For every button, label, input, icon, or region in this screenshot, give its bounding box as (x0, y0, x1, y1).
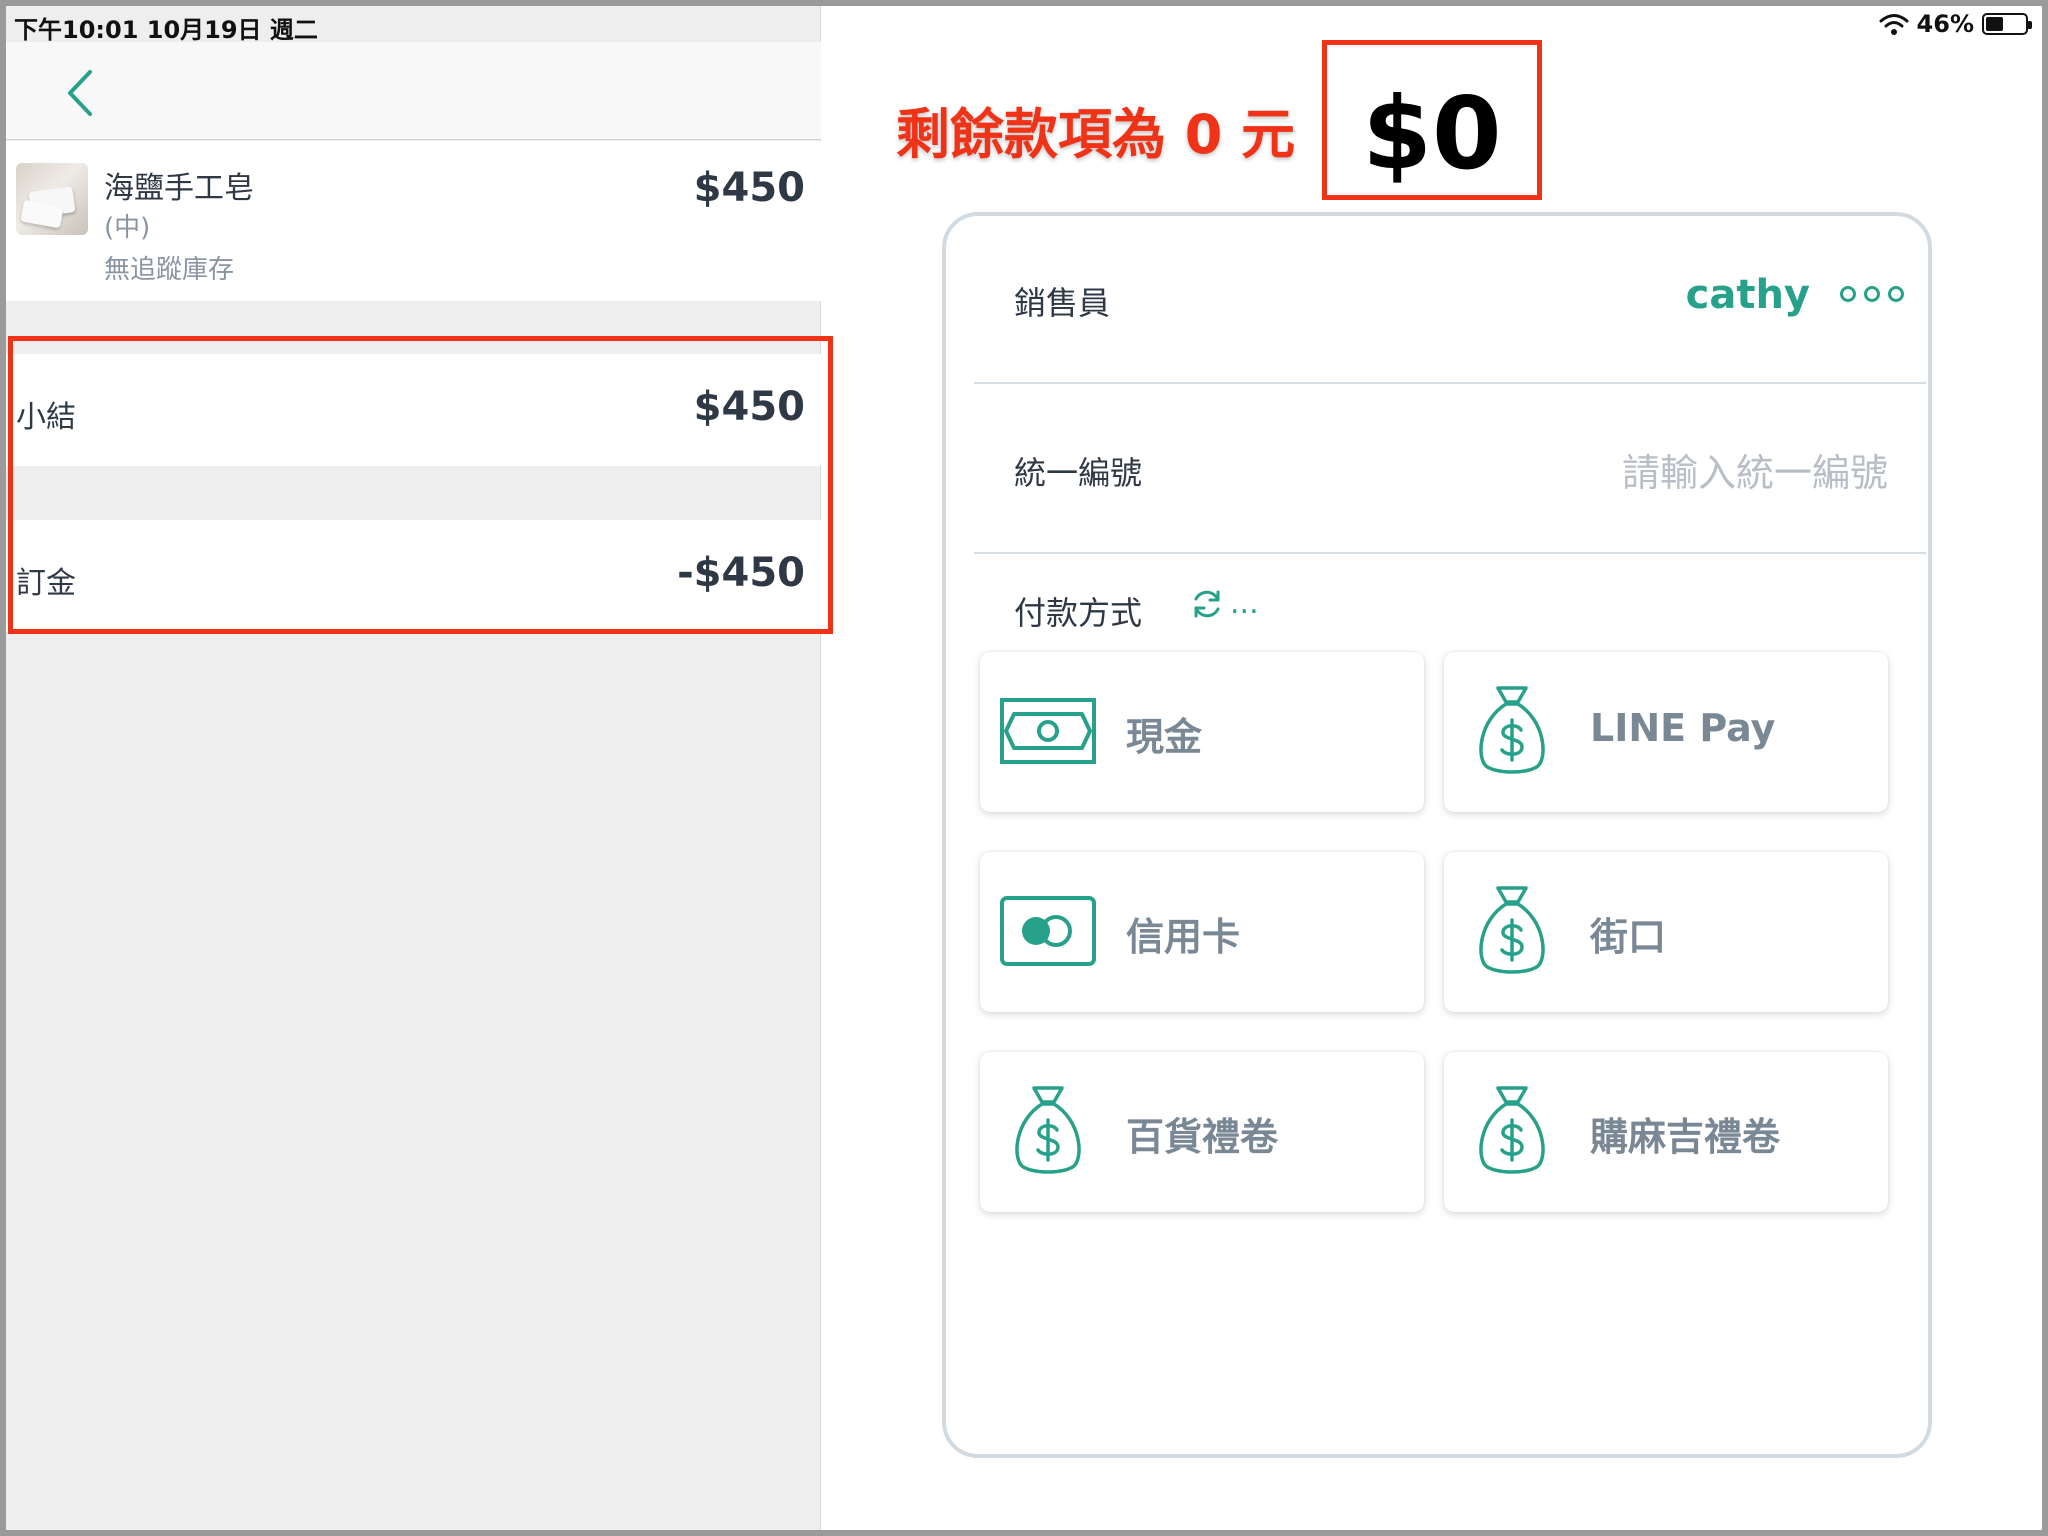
tax-id-row: 統一編號 請輸入統一編號 (974, 386, 1926, 554)
battery-percentage: 46% (1916, 10, 1974, 38)
checkout-panel: 銷售員 cathy 統一編號 請輸入統一編號 付款方式 ... 現金 LINE … (942, 212, 1932, 1458)
summary-highlight-box (8, 336, 833, 634)
item-stock-note: 無追蹤庫存 (104, 255, 235, 285)
money-bag-icon (1479, 886, 1545, 974)
chevron-left-icon (68, 70, 92, 116)
payment-dept-voucher-label: 百貨禮卷 (1126, 1115, 1279, 1159)
salesperson-value[interactable]: cathy (1686, 272, 1810, 318)
salesperson-row[interactable]: 銷售員 cathy (974, 216, 1926, 384)
back-button[interactable] (56, 68, 106, 118)
wifi-icon (1879, 14, 1909, 35)
money-bag-icon (1479, 686, 1545, 774)
item-price: $450 (693, 165, 805, 211)
money-bag-icon (1015, 1086, 1081, 1174)
remaining-balance-annotation: 剩餘款項為 0 元 (896, 103, 1296, 166)
payment-method-title: 付款方式 (1014, 594, 1143, 632)
cart-item-row[interactable]: 海鹽手工皂 (中) 無追蹤庫存 $450 (6, 141, 821, 301)
payment-cash-button[interactable]: 現金 (980, 652, 1424, 812)
payment-jkopay-label: 街口 (1590, 915, 1667, 959)
product-thumbnail (16, 163, 88, 235)
credit-card-icon (1000, 896, 1096, 966)
order-pane: 海鹽手工皂 (中) 無追蹤庫存 $450 小結 $450 訂金 -$450 (6, 6, 821, 1530)
tax-id-input[interactable]: 請輸入統一編號 (1622, 442, 1888, 497)
payment-dept-voucher-button[interactable]: 百貨禮卷 (980, 1052, 1424, 1212)
payment-jkopay-button[interactable]: 街口 (1444, 852, 1888, 1012)
payment-sync-button[interactable]: ... (1190, 586, 1259, 621)
payment-gomaji-voucher-label: 購麻吉禮卷 (1590, 1115, 1781, 1159)
more-options-button[interactable] (1840, 286, 1904, 302)
total-due-box: $0 (1322, 40, 1542, 200)
payment-credit-card-label: 信用卡 (1126, 915, 1241, 959)
payment-sync-dots: ... (1230, 586, 1259, 621)
tax-id-label: 統一編號 (1014, 454, 1143, 492)
item-name: 海鹽手工皂 (104, 171, 254, 206)
cash-icon (1000, 698, 1096, 764)
total-due-amount: $0 (1362, 75, 1502, 192)
status-bar: 下午10:01 10月19日 週二 46% (6, 6, 2042, 44)
payment-linepay-label: LINE Pay (1590, 706, 1776, 750)
payment-cash-label: 現金 (1126, 715, 1203, 759)
nav-bar (6, 42, 821, 140)
battery-icon (1982, 13, 2032, 35)
screen: 海鹽手工皂 (中) 無追蹤庫存 $450 小結 $450 訂金 -$450 下午… (6, 6, 2042, 1530)
refresh-icon (1194, 590, 1220, 617)
payment-gomaji-voucher-button[interactable]: 購麻吉禮卷 (1444, 1052, 1888, 1212)
status-time-date: 下午10:01 10月19日 週二 (14, 16, 318, 44)
payment-credit-card-button[interactable]: 信用卡 (980, 852, 1424, 1012)
salesperson-label: 銷售員 (1014, 284, 1111, 322)
payment-linepay-button[interactable]: LINE Pay (1444, 652, 1888, 812)
money-bag-icon (1479, 1086, 1545, 1174)
item-variant: (中) (104, 213, 151, 243)
